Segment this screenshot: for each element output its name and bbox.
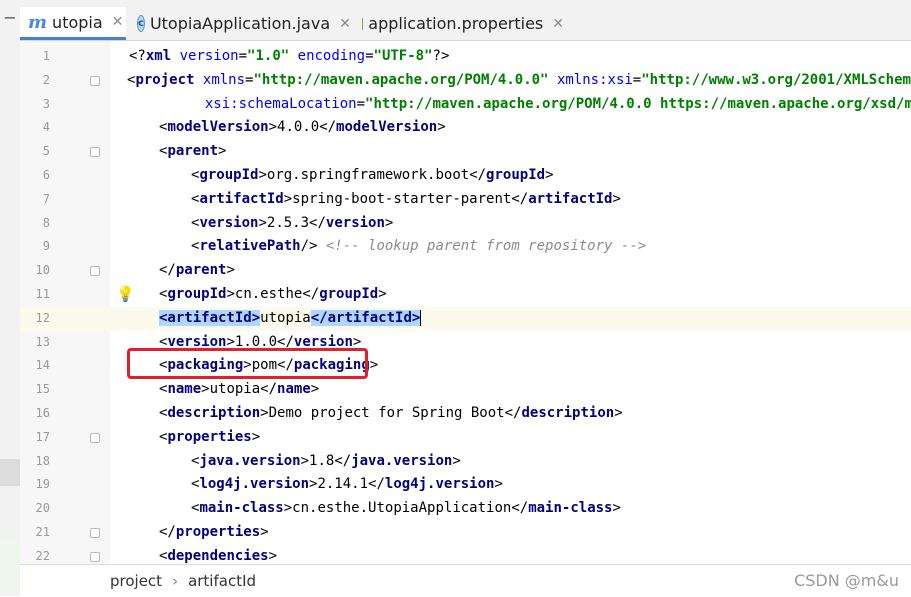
code-line: 18 <java.version>1.8</java.version> xyxy=(20,450,911,474)
tab-application-properties[interactable]: application.properties ✕ xyxy=(354,7,572,40)
fold-icon[interactable] xyxy=(90,432,100,443)
code-line: 4 <modelVersion>4.0.0</modelVersion> xyxy=(20,116,911,140)
line-number: 14 xyxy=(35,358,50,373)
code-text: <artifactId>utopia</artifactId> xyxy=(159,309,422,326)
code-text: <name>utopia</name> xyxy=(159,381,320,398)
java-class-icon: c xyxy=(137,15,145,32)
tab-label: utopia xyxy=(52,12,103,32)
spring-leaf-icon xyxy=(362,17,364,30)
code-text: <parent> xyxy=(159,143,227,160)
line-number: 11 xyxy=(35,287,50,301)
code-text: <groupId>org.springframework.boot</group… xyxy=(191,167,554,183)
tab-label: application.properties xyxy=(368,14,544,33)
close-icon[interactable]: ✕ xyxy=(552,16,564,32)
code-line: 6 <groupId>org.springframework.boot</gro… xyxy=(20,164,911,188)
code-line: 16 <description>Demo project for Spring … xyxy=(20,402,911,426)
code-line: 19 <log4j.version>2.14.1</log4j.version> xyxy=(20,473,911,497)
fold-icon[interactable] xyxy=(90,528,100,538)
code-line: 21 </properties> xyxy=(20,521,911,545)
code-text: <java.version>1.8</java.version> xyxy=(191,452,461,469)
code-text: <main-class>cn.esthe.UtopiaApplication</… xyxy=(191,500,621,517)
tool-strip-band xyxy=(0,459,20,486)
left-tool-strip: − xyxy=(0,0,21,596)
code-text: <version>2.5.3</version> xyxy=(191,214,394,231)
code-text: xsi:schemaLocation="http://maven.apache.… xyxy=(204,95,911,112)
code-text: <properties> xyxy=(159,428,261,445)
code-line: 17 <properties> xyxy=(20,426,911,450)
code-line: 7 <artifactId>spring-boot-starter-parent… xyxy=(20,188,911,212)
line-number: 21 xyxy=(35,525,50,539)
code-line: 1 <?xml version="1.0" encoding="UTF-8"?> xyxy=(20,45,911,69)
code-line: 15 <name>utopia</name> xyxy=(20,378,911,402)
chevron-right-icon: › xyxy=(172,572,179,590)
code-line: 10 </parent> xyxy=(20,259,911,283)
breadcrumb-bar: project › artifactId CSDN @m&u xyxy=(20,564,911,597)
code-line-current: 12 <artifactId>utopia</artifactId> xyxy=(20,306,911,331)
tool-strip-band xyxy=(0,539,20,592)
breadcrumb-item-artifactid[interactable]: artifactId xyxy=(188,572,256,590)
tab-label: UtopiaApplication.java xyxy=(149,14,331,33)
code-line: 11 💡 <groupId>cn.esthe</groupId> xyxy=(20,283,911,307)
line-number: 19 xyxy=(35,477,50,492)
fold-icon[interactable] xyxy=(90,147,100,158)
matched-close-tag: </artifactId> xyxy=(310,309,421,326)
lightbulb-icon[interactable]: 💡 xyxy=(116,285,135,303)
line-number: 20 xyxy=(35,501,50,516)
code-line: 8 <version>2.5.3</version> xyxy=(20,212,911,236)
line-number: 13 xyxy=(35,334,50,349)
watermark: CSDN @m&u xyxy=(794,571,899,590)
line-number: 6 xyxy=(42,168,50,182)
code-text: <relativePath/> <!-- lookup parent from … xyxy=(191,238,647,255)
code-text: <dependencies> xyxy=(159,547,278,564)
tab-utopia[interactable]: m utopia ✕ xyxy=(20,7,126,40)
code-text: <project xmlns="http://maven.apache.org/… xyxy=(127,71,911,88)
code-text: </parent> xyxy=(159,262,235,279)
line-number: 2 xyxy=(42,72,50,87)
line-number: 3 xyxy=(42,96,50,111)
close-icon[interactable]: ✕ xyxy=(339,16,351,32)
line-number: 7 xyxy=(42,191,50,206)
tab-utopia-application[interactable]: c UtopiaApplication.java ✕ xyxy=(129,7,351,40)
code-editor[interactable]: 1 <?xml version="1.0" encoding="UTF-8"?>… xyxy=(20,41,911,564)
line-number: 8 xyxy=(42,215,50,230)
line-number: 5 xyxy=(42,144,50,159)
code-text: <modelVersion>4.0.0</modelVersion> xyxy=(159,119,446,136)
maven-icon: m xyxy=(28,11,48,33)
line-number: 1 xyxy=(42,49,50,63)
code-line: 22 <dependencies> xyxy=(20,545,911,564)
text-caret xyxy=(420,309,422,326)
editor-tab-bar: m utopia ✕ c UtopiaApplication.java ✕ ap… xyxy=(20,0,911,41)
fold-icon[interactable] xyxy=(90,551,100,562)
highlight-annotation-box xyxy=(127,348,368,379)
code-line: 9 <relativePath/> <!-- lookup parent fro… xyxy=(20,235,911,259)
line-number: 12 xyxy=(35,310,50,325)
code-line: 3 xsi:schemaLocation="http://maven.apach… xyxy=(20,93,911,117)
code-text: <artifactId>spring-boot-starter-parent</… xyxy=(191,190,621,207)
code-text: <log4j.version>2.14.1</log4j.version> xyxy=(191,476,503,493)
line-number: 16 xyxy=(35,406,50,420)
collapse-icon[interactable]: − xyxy=(0,8,20,27)
close-icon[interactable]: ✕ xyxy=(112,14,124,30)
code-text: <?xml version="1.0" encoding="UTF-8"?> xyxy=(129,48,450,64)
line-number: 4 xyxy=(42,120,50,135)
line-number: 22 xyxy=(35,548,50,563)
fold-icon[interactable] xyxy=(90,266,100,277)
fold-icon[interactable] xyxy=(90,75,100,86)
line-number: 15 xyxy=(35,382,50,397)
line-number: 10 xyxy=(35,263,50,278)
code-text: </properties> xyxy=(159,524,269,540)
code-line: 5 <parent> xyxy=(20,140,911,164)
code-text: <description>Demo project for Spring Boo… xyxy=(159,405,623,421)
matched-open-tag: <artifactId> xyxy=(159,309,261,326)
code-line: 2 <project xmlns="http://maven.apache.or… xyxy=(20,69,911,93)
breadcrumb: project › artifactId xyxy=(110,572,256,590)
code-text: <groupId>cn.esthe</groupId> xyxy=(159,286,387,302)
line-number: 17 xyxy=(35,429,50,444)
breadcrumb-item-project[interactable]: project xyxy=(110,572,162,590)
code-line: 20 <main-class>cn.esthe.UtopiaApplicatio… xyxy=(20,497,911,521)
line-number: 18 xyxy=(35,453,50,468)
line-number: 9 xyxy=(42,239,50,254)
